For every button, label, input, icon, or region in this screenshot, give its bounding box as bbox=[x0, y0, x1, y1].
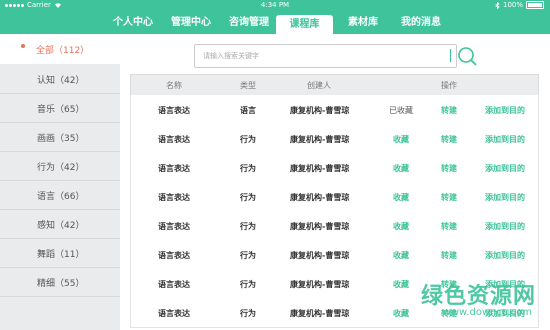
sidebar-item-label: 全部（112） bbox=[36, 46, 90, 56]
main-tabs: 个人中心 管理中心 咨询管理 课程库 素材库 我的消息 bbox=[0, 12, 550, 34]
sidebar-item-label: 精细（55） bbox=[37, 279, 85, 289]
battery-icon bbox=[526, 1, 544, 9]
course-creator: 康复机构-曹雪琼 bbox=[290, 164, 350, 173]
sidebar-item-perception[interactable]: 感知（42） bbox=[0, 210, 120, 239]
transfer-button[interactable]: 转建 bbox=[441, 250, 457, 261]
favorite-button[interactable]: 收藏 bbox=[393, 279, 409, 290]
table-row: 语言表达 行为 康复机构-曹雪琼 收藏 转建 添加到目的 bbox=[130, 240, 539, 270]
course-type: 行为 bbox=[240, 280, 256, 289]
course-type: 行为 bbox=[240, 164, 256, 173]
table-header: 名称 类型 创建人 操作 bbox=[130, 74, 539, 96]
add-to-goal-button[interactable]: 添加到目的 bbox=[485, 134, 525, 145]
course-name: 语言表达 bbox=[158, 193, 190, 202]
course-creator: 康复机构-曹雪琼 bbox=[290, 251, 350, 260]
sidebar-item-cognition[interactable]: 认知（42） bbox=[0, 65, 120, 94]
sidebar-item-label: 语言（66） bbox=[37, 192, 85, 202]
favorite-button[interactable]: 收藏 bbox=[393, 192, 409, 203]
transfer-button[interactable]: 转建 bbox=[441, 134, 457, 145]
favorite-button[interactable]: 收藏 bbox=[393, 308, 409, 319]
add-to-goal-button[interactable]: 添加到目的 bbox=[485, 163, 525, 174]
favorite-button[interactable]: 收藏 bbox=[393, 163, 409, 174]
search-input[interactable]: 请输入搜索关键字 bbox=[194, 44, 457, 68]
watermark-text: 绿色资源网 bbox=[420, 284, 536, 309]
favorite-button[interactable]: 收藏 bbox=[393, 221, 409, 232]
course-creator: 康复机构-曹雪琼 bbox=[290, 222, 350, 231]
table-row: 语言表达 行为 康复机构-曹雪琼 收藏 转建 添加到目的 bbox=[130, 124, 539, 154]
category-sidebar: 全部（112） 认知（42） 音乐（65） 画画（35） 行为（42） 语言（6… bbox=[0, 34, 120, 330]
tab-consulting[interactable]: 咨询管理 bbox=[220, 12, 278, 34]
sidebar-item-dance[interactable]: 舞蹈（11） bbox=[0, 239, 120, 268]
course-name: 语言表达 bbox=[158, 309, 190, 318]
table-row: 语言表达 行为 康复机构-曹雪琼 收藏 转建 添加到目的 bbox=[130, 153, 539, 183]
add-to-goal-button[interactable]: 添加到目的 bbox=[485, 105, 525, 116]
course-type: 行为 bbox=[240, 309, 256, 318]
search-divider bbox=[450, 49, 451, 62]
sidebar-item-label: 行为（42） bbox=[37, 163, 85, 173]
course-creator: 康复机构-曹雪琼 bbox=[290, 135, 350, 144]
course-type: 行为 bbox=[240, 222, 256, 231]
course-name: 语言表达 bbox=[158, 222, 190, 231]
status-bar: Carrier 4:34 PM 100% bbox=[0, 0, 550, 11]
add-to-goal-button[interactable]: 添加到目的 bbox=[485, 250, 525, 261]
course-name: 语言表达 bbox=[158, 164, 190, 173]
table-row: 语言表达 语言 康复机构-曹雪琼 已收藏 转建 添加到目的 bbox=[130, 95, 539, 125]
watermark-url: www.downcc.com bbox=[442, 307, 532, 318]
add-to-goal-button[interactable]: 添加到目的 bbox=[485, 192, 525, 203]
course-type: 行为 bbox=[240, 135, 256, 144]
sidebar-item-music[interactable]: 音乐（65） bbox=[0, 94, 120, 123]
tab-material-library[interactable]: 素材库 bbox=[334, 12, 392, 34]
tab-messages[interactable]: 我的消息 bbox=[392, 12, 450, 34]
table-row: 语言表达 行为 康复机构-曹雪琼 收藏 转建 添加到目的 bbox=[130, 182, 539, 212]
transfer-button[interactable]: 转建 bbox=[441, 163, 457, 174]
table-row: 语言表达 行为 康复机构-曹雪琼 收藏 转建 添加到目的 bbox=[130, 211, 539, 241]
header-type: 类型 bbox=[240, 81, 256, 90]
header-actions: 操作 bbox=[441, 81, 457, 90]
transfer-button[interactable]: 转建 bbox=[441, 105, 457, 116]
sidebar-item-label: 感知（42） bbox=[37, 221, 85, 231]
tab-course-library[interactable]: 课程库 bbox=[276, 15, 333, 34]
course-name: 语言表达 bbox=[158, 135, 190, 144]
sidebar-item-behavior[interactable]: 行为（42） bbox=[0, 152, 120, 181]
favorite-button[interactable]: 收藏 bbox=[393, 250, 409, 261]
sidebar-item-all[interactable]: 全部（112） bbox=[0, 34, 120, 64]
search-icon[interactable] bbox=[456, 45, 478, 67]
sidebar-item-language[interactable]: 语言（66） bbox=[0, 181, 120, 210]
course-type: 行为 bbox=[240, 193, 256, 202]
course-type: 行为 bbox=[240, 251, 256, 260]
course-creator: 康复机构-曹雪琼 bbox=[290, 106, 350, 115]
favorite-button[interactable]: 收藏 bbox=[393, 134, 409, 145]
add-to-goal-button[interactable]: 添加到目的 bbox=[485, 221, 525, 232]
bluetooth-icon bbox=[495, 1, 500, 9]
search-placeholder: 请输入搜索关键字 bbox=[203, 52, 259, 60]
header-creator: 创建人 bbox=[307, 81, 331, 90]
status-time: 4:34 PM bbox=[260, 1, 290, 9]
top-bar: Carrier 4:34 PM 100% 个人中心 管理中心 咨询管理 课程库 … bbox=[0, 0, 550, 34]
sidebar-item-label: 画画（35） bbox=[37, 134, 85, 144]
sidebar-item-drawing[interactable]: 画画（35） bbox=[0, 123, 120, 152]
sidebar-item-label: 舞蹈（11） bbox=[37, 250, 85, 260]
course-creator: 康复机构-曹雪琼 bbox=[290, 193, 350, 202]
header-name: 名称 bbox=[166, 81, 182, 90]
course-name: 语言表达 bbox=[158, 280, 190, 289]
sidebar-item-label: 音乐（65） bbox=[37, 105, 85, 115]
sidebar-item-label: 认知（42） bbox=[37, 76, 85, 86]
tab-management[interactable]: 管理中心 bbox=[162, 12, 220, 34]
course-creator: 康复机构-曹雪琼 bbox=[290, 309, 350, 318]
course-type: 语言 bbox=[240, 106, 256, 115]
course-creator: 康复机构-曹雪琼 bbox=[290, 280, 350, 289]
favorite-button[interactable]: 已收藏 bbox=[389, 105, 413, 116]
transfer-button[interactable]: 转建 bbox=[441, 221, 457, 232]
active-dot-icon bbox=[21, 44, 25, 48]
tab-personal[interactable]: 个人中心 bbox=[104, 12, 162, 34]
battery-percent: 100% bbox=[502, 1, 523, 9]
course-name: 语言表达 bbox=[158, 106, 190, 115]
course-name: 语言表达 bbox=[158, 251, 190, 260]
sidebar-item-fine-motor[interactable]: 精细（55） bbox=[0, 268, 120, 297]
transfer-button[interactable]: 转建 bbox=[441, 192, 457, 203]
